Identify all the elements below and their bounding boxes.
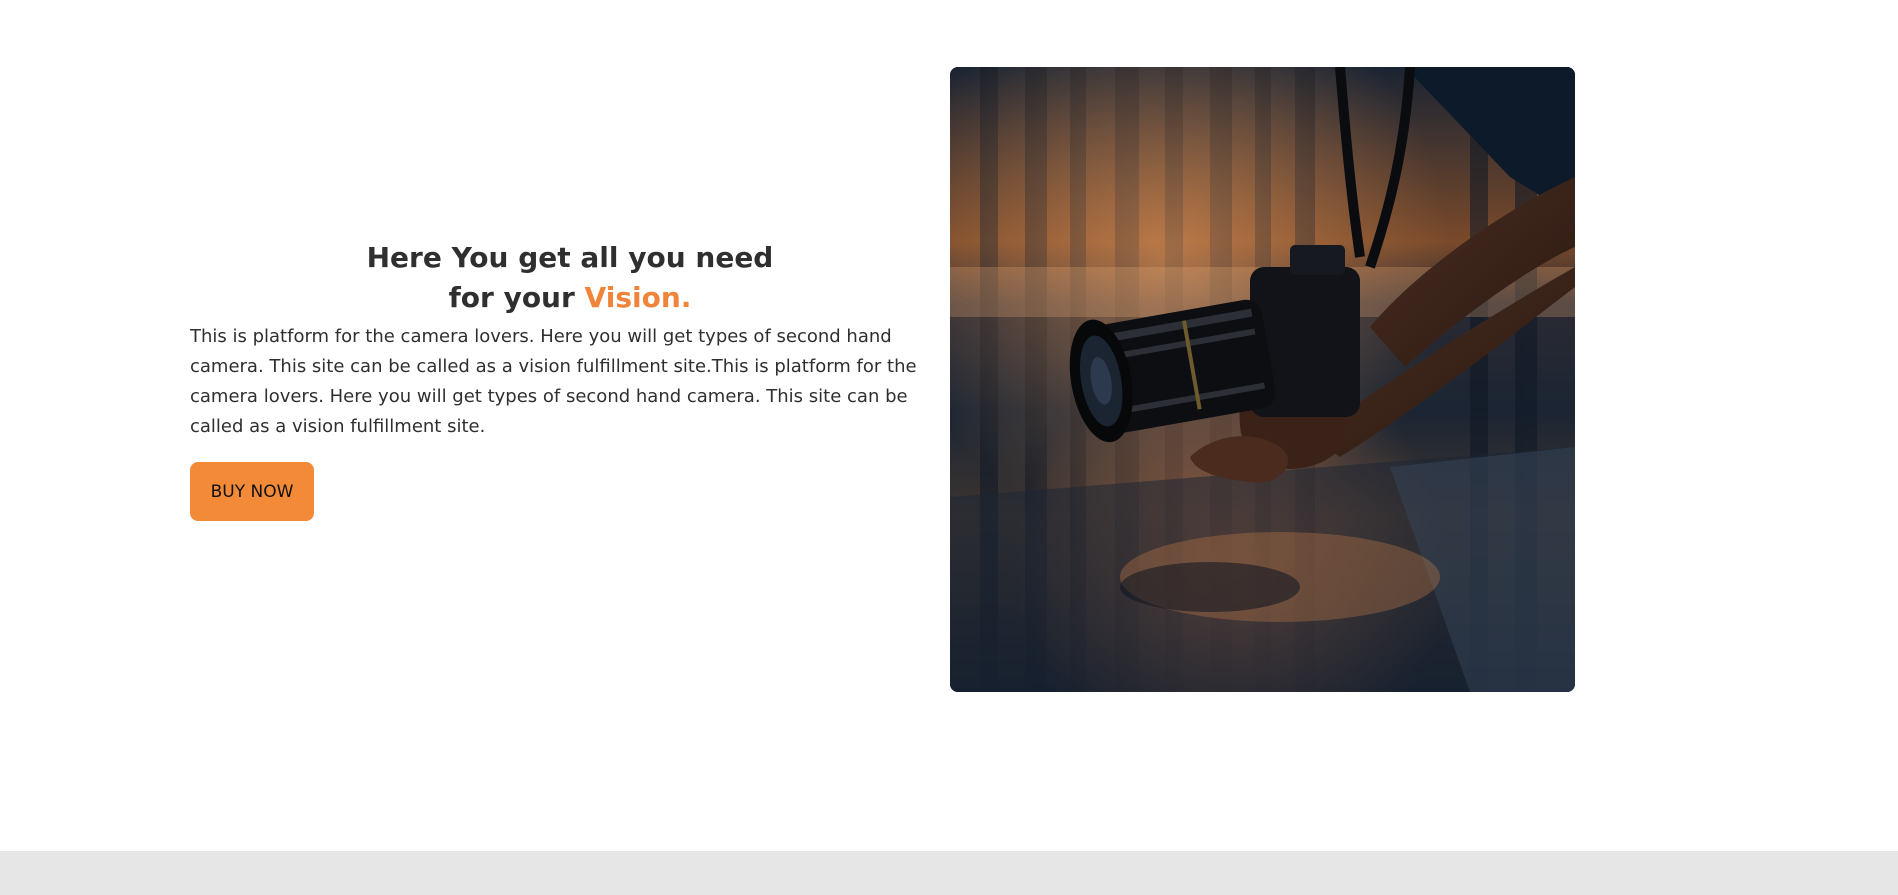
- hero-text-block: Here You get all you need for your Visio…: [190, 238, 950, 442]
- headline-accent: Vision.: [584, 281, 692, 314]
- hero-section: Here You get all you need for your Visio…: [0, 0, 1898, 851]
- footer-strip: [0, 851, 1898, 895]
- hero-headline: Here You get all you need for your Visio…: [190, 238, 950, 318]
- camera-photo: [950, 67, 1575, 692]
- headline-line-1: Here You get all you need: [366, 241, 774, 274]
- headline-line-2-prefix: for your: [448, 281, 585, 314]
- camera-photo-illustration: [950, 67, 1575, 692]
- hero-description: This is platform for the camera lovers. …: [190, 326, 917, 437]
- buy-now-button[interactable]: BUY NOW: [190, 462, 314, 521]
